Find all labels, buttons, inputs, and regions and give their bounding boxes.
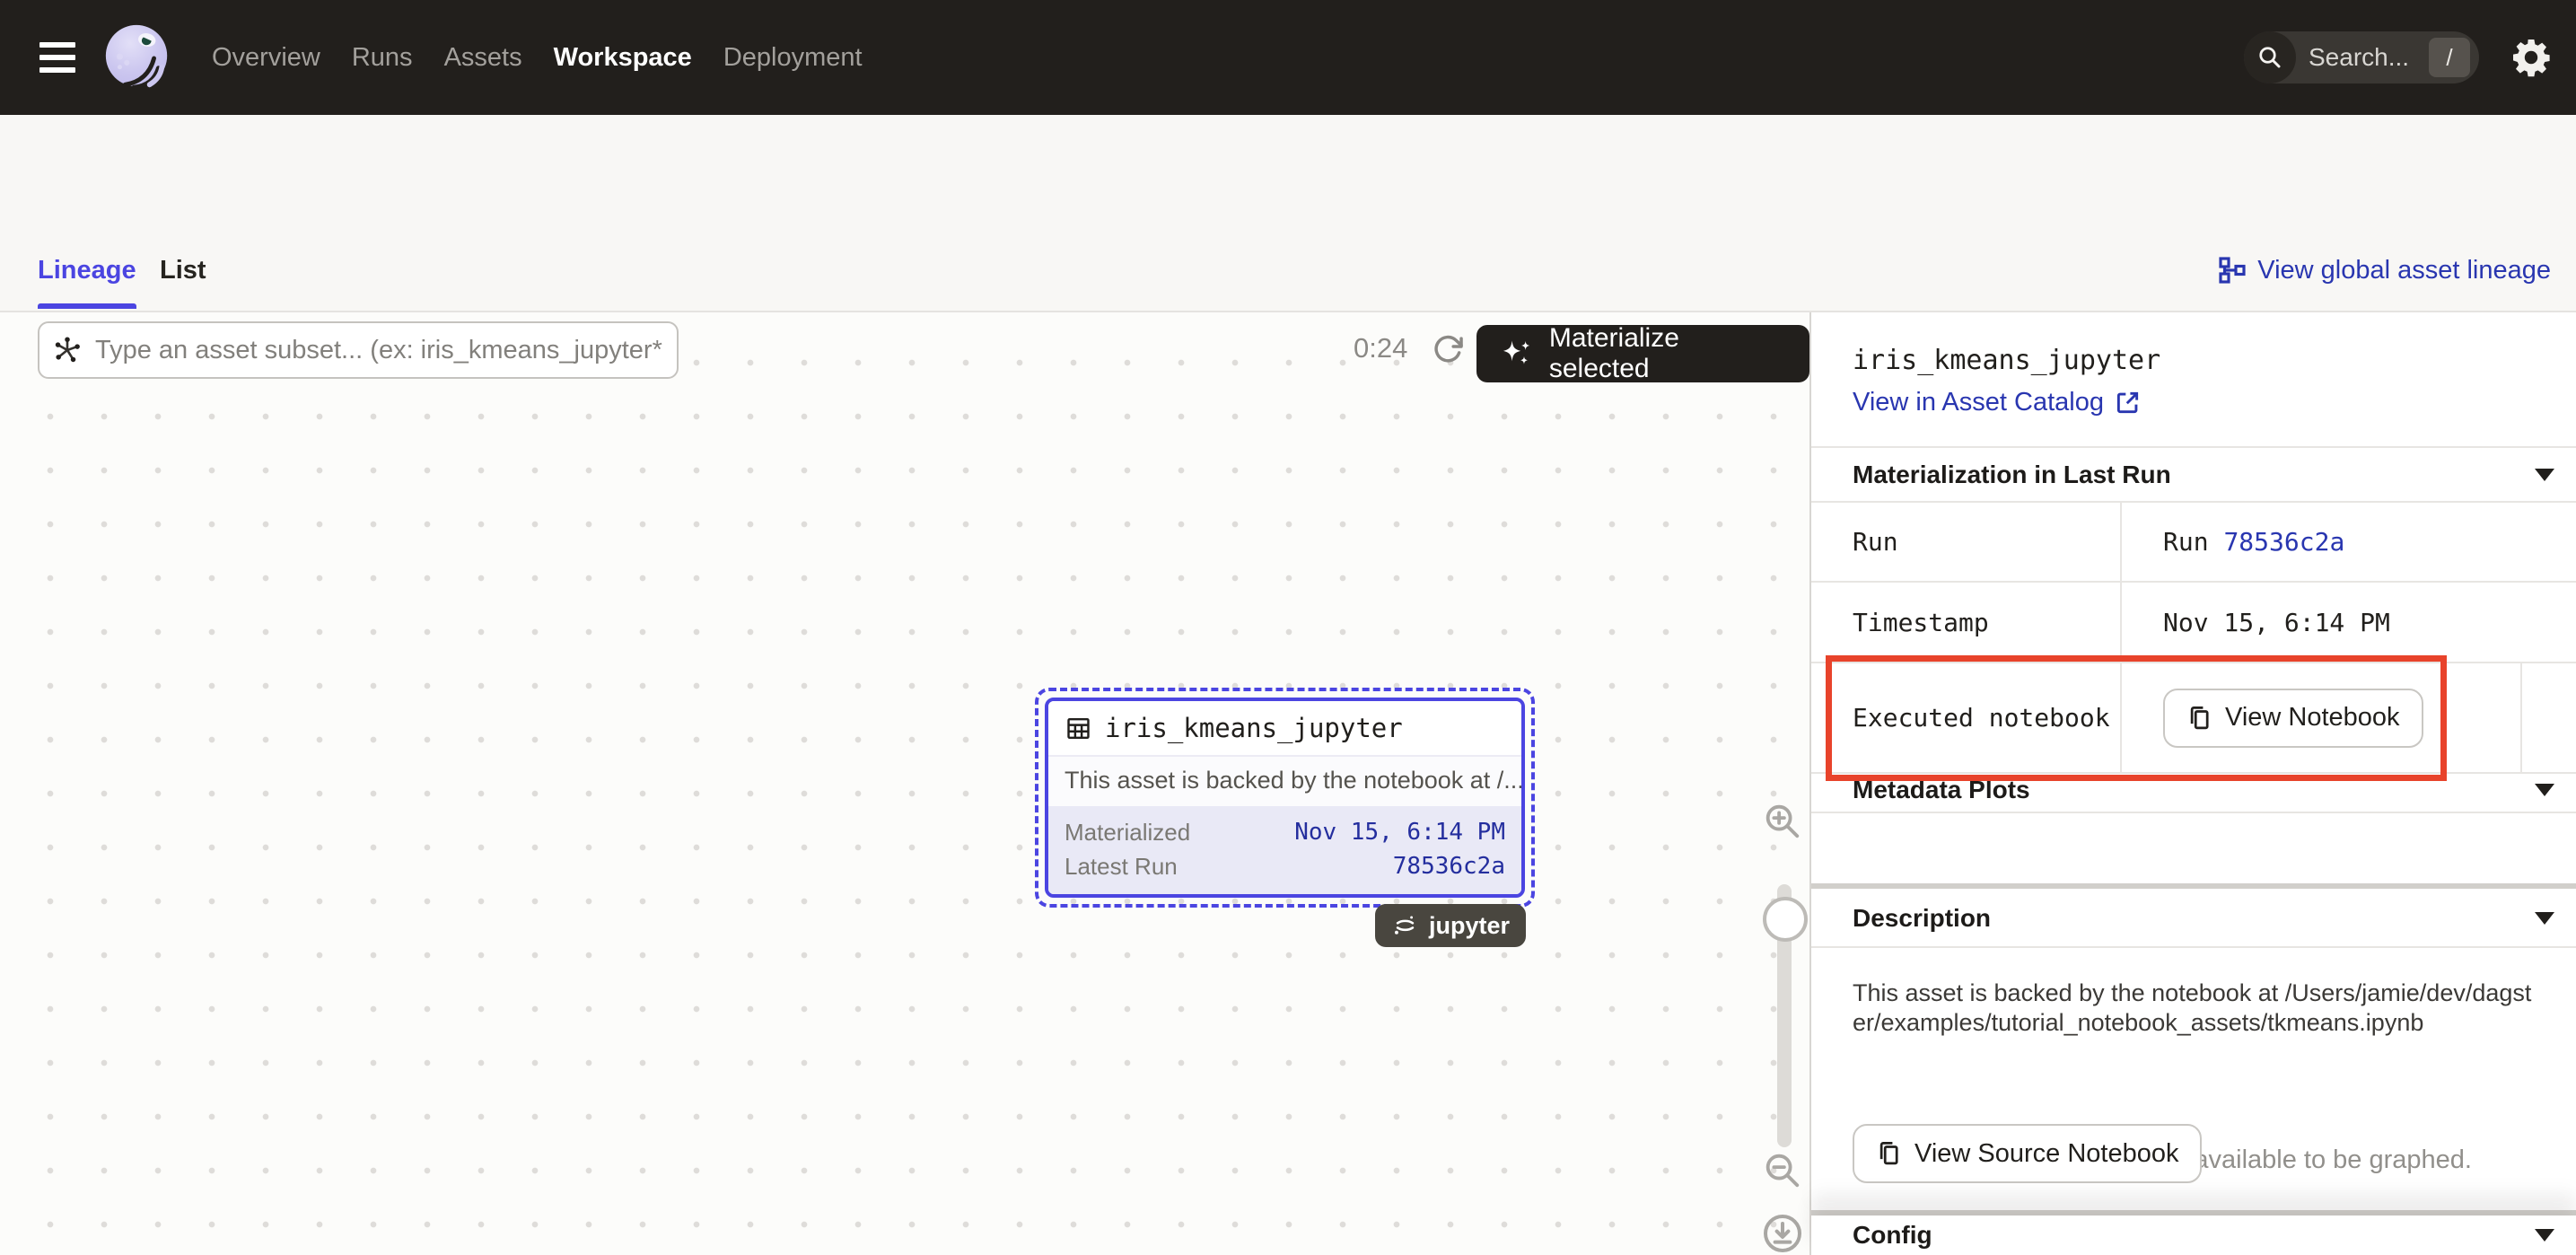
jupyter-icon <box>1391 912 1419 940</box>
executed-notebook-label: Executed notebook <box>1811 663 2122 772</box>
materialized-label: Materialized <box>1065 819 1190 847</box>
asset-node-header: iris_kmeans_jupyter <box>1048 701 1521 755</box>
nav-item-runs[interactable]: Runs <box>352 43 413 73</box>
chevron-down-icon[interactable] <box>2535 1229 2554 1242</box>
panel-asset-title: iris_kmeans_jupyter <box>1853 345 2160 376</box>
asset-details-panel: iris_kmeans_jupyter View in Asset Catalo… <box>1811 312 2576 1255</box>
download-graph-icon[interactable] <box>1761 1212 1804 1255</box>
section-title: Config <box>1853 1221 1932 1250</box>
sparkle-icon <box>1500 338 1536 369</box>
latest-run-value[interactable]: 78536c2a <box>1393 853 1505 880</box>
nav-right: Search... / <box>2244 31 2553 83</box>
section-title: Materialization in Last Run <box>1853 461 2171 489</box>
run-label: Run <box>1811 503 2122 581</box>
asset-node[interactable]: iris_kmeans_jupyter This asset is backed… <box>1045 698 1525 898</box>
tab-lineage[interactable]: Lineage <box>38 232 136 309</box>
cell-divider <box>2520 663 2522 772</box>
zoom-out-icon[interactable] <box>1761 1149 1802 1190</box>
nav-item-deployment[interactable]: Deployment <box>723 43 863 73</box>
timestamp-value: Nov 15, 6:14 PM <box>2122 583 2576 662</box>
table-row-executed-notebook: Executed notebook View Notebook <box>1811 663 2576 774</box>
section-description[interactable]: Description <box>1811 891 2576 946</box>
view-notebook-label: View Notebook <box>2225 703 2400 733</box>
run-value: Run 78536c2a <box>2122 503 2576 581</box>
timestamp-label: Timestamp <box>1811 583 2122 662</box>
materialization-table: Run Run 78536c2a Timestamp Nov 15, 6:14 … <box>1811 501 2576 774</box>
notebook-icon <box>2186 705 2213 732</box>
run-value-prefix: Run <box>2163 527 2209 557</box>
lineage-icon <box>2219 257 2246 284</box>
zoom-in-icon[interactable] <box>1761 800 1802 841</box>
view-in-asset-catalog-link[interactable]: View in Asset Catalog <box>1853 388 2141 417</box>
executed-notebook-value: View Notebook <box>2122 663 2576 772</box>
chevron-down-icon[interactable] <box>2535 784 2554 796</box>
view-in-asset-catalog-label: View in Asset Catalog <box>1853 388 2104 417</box>
nav-item-workspace[interactable]: Workspace <box>554 43 692 73</box>
external-link-icon <box>2115 390 2141 416</box>
description-text: This asset is backed by the notebook at … <box>1853 979 2533 1038</box>
materialize-selected-button[interactable]: Materialize selected <box>1476 325 1809 382</box>
jupyter-tag-label: jupyter <box>1429 912 1510 940</box>
divider <box>1811 946 2576 948</box>
view-notebook-button[interactable]: View Notebook <box>2163 689 2423 748</box>
chevron-down-icon[interactable] <box>2535 469 2554 481</box>
divider <box>1811 812 2576 813</box>
zoom-slider-handle[interactable] <box>1763 897 1808 942</box>
view-global-asset-lineage-label: View global asset lineage <box>2257 256 2551 285</box>
view-source-notebook-container: View Source Notebook <box>1853 1124 2202 1183</box>
search-placeholder: Search... <box>2309 43 2429 72</box>
section-title: Metadata Plots <box>1853 776 2030 804</box>
dagster-app: Overview Runs Assets Workspace Deploymen… <box>0 0 2576 1255</box>
asset-node-selection-outline: iris_kmeans_jupyter This asset is backed… <box>1035 688 1535 908</box>
refresh-timer: 0:24 <box>1354 332 1407 364</box>
table-row-timestamp: Timestamp Nov 15, 6:14 PM <box>1811 583 2576 663</box>
refresh-icon[interactable] <box>1431 332 1465 366</box>
asset-node-stats: Materialized Nov 15, 6:14 PM Latest Run … <box>1048 806 1521 894</box>
section-config[interactable]: Config <box>1811 1216 2576 1255</box>
chevron-down-icon[interactable] <box>2535 912 2554 925</box>
jupyter-kind-tag[interactable]: jupyter <box>1375 904 1526 947</box>
materialize-selected-label: Materialize selected <box>1549 323 1786 384</box>
gear-icon[interactable] <box>2510 36 2553 79</box>
section-divider <box>1811 883 2576 889</box>
nav-item-overview[interactable]: Overview <box>212 43 320 73</box>
config-bar: Config <box>1811 1216 2576 1255</box>
section-title: Description <box>1853 904 1991 933</box>
nav-item-assets[interactable]: Assets <box>444 43 522 73</box>
nav-links: Overview Runs Assets Workspace Deploymen… <box>212 43 863 73</box>
section-metadata-plots[interactable]: Metadata Plots <box>1811 768 2576 812</box>
latest-run-label: Latest Run <box>1065 853 1178 881</box>
asset-subset-filter <box>38 321 679 379</box>
table-icon <box>1065 715 1092 742</box>
menu-icon[interactable] <box>39 42 75 73</box>
asset-node-group: iris_kmeans_jupyter This asset is backed… <box>1035 688 1535 947</box>
notebook-icon <box>1876 1140 1903 1167</box>
materialized-value: Nov 15, 6:14 PM <box>1294 819 1505 846</box>
tab-list[interactable]: List <box>160 232 206 309</box>
page-header: template_tutorial Asset Group in templat… <box>0 115 2576 232</box>
asset-lineage-graph[interactable]: 0:24 Materialize selected iris_kmeans_ju… <box>0 312 1811 1255</box>
search-shortcut-badge: / <box>2429 38 2470 77</box>
section-materialization-in-last-run[interactable]: Materialization in Last Run <box>1811 448 2576 501</box>
asset-subset-input[interactable] <box>38 321 679 379</box>
table-row-run: Run Run 78536c2a <box>1811 501 2576 583</box>
view-source-notebook-label: View Source Notebook <box>1914 1139 2178 1169</box>
run-id-link[interactable]: 78536c2a <box>2223 527 2344 557</box>
search-input[interactable]: Search... / <box>2244 31 2479 83</box>
tab-bar: Lineage List View global asset lineage <box>0 232 2576 312</box>
asset-node-title: iris_kmeans_jupyter <box>1105 713 1403 743</box>
view-global-asset-lineage-link[interactable]: View global asset lineage <box>2219 232 2551 309</box>
dagster-logo-icon[interactable] <box>101 21 174 94</box>
asset-node-description: This asset is backed by the notebook at … <box>1048 755 1521 806</box>
search-icon <box>2244 31 2296 83</box>
top-navbar: Overview Runs Assets Workspace Deploymen… <box>0 0 2576 115</box>
view-source-notebook-button[interactable]: View Source Notebook <box>1853 1124 2202 1183</box>
